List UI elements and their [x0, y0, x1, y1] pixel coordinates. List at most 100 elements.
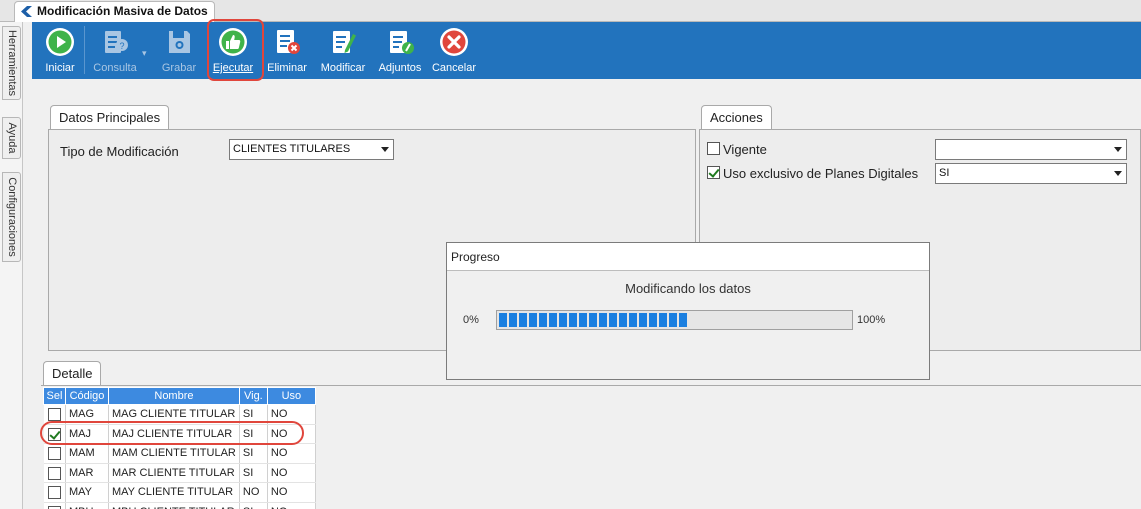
vigente-select[interactable] — [935, 139, 1127, 160]
progress-segment — [509, 313, 517, 327]
progress-segment — [629, 313, 637, 327]
cell-vig: SI — [239, 463, 268, 483]
cell-codigo: MAR — [65, 463, 109, 483]
row-select-cell — [43, 463, 66, 483]
progress-message: Modificando los datos — [625, 281, 751, 296]
cell-codigo: MBU — [65, 502, 109, 509]
edit-document-icon — [333, 31, 356, 53]
vigente-label: Vigente — [723, 142, 767, 157]
toolbar-separator — [84, 26, 85, 74]
progress-segment — [499, 313, 507, 327]
side-tab-configuraciones[interactable]: Configuraciones — [2, 172, 21, 262]
window-tab-strip: Modificación Masiva de Datos — [0, 0, 1141, 22]
grabar-button[interactable]: Grabar — [155, 22, 203, 79]
row-select-checkbox[interactable] — [47, 447, 61, 460]
adjuntos-button[interactable]: Adjuntos — [375, 22, 425, 79]
progress-segment — [669, 313, 677, 327]
chevron-down-icon — [381, 147, 389, 152]
row-select-cell — [43, 502, 66, 509]
column-header-nombre[interactable]: Nombre — [108, 387, 240, 405]
consulta-button[interactable]: ? Consulta — [90, 22, 140, 79]
row-select-checkbox[interactable] — [47, 466, 61, 480]
cell-nombre: MAY CLIENTE TITULAR — [108, 482, 240, 503]
column-header-codigo[interactable]: Código — [65, 387, 109, 405]
delete-document-icon — [277, 30, 300, 54]
row-select-cell — [43, 482, 66, 503]
progress-segment — [609, 313, 617, 327]
row-select-checkbox[interactable] — [47, 408, 61, 421]
tab-datos-principales[interactable]: Datos Principales — [50, 105, 170, 130]
progress-segment — [559, 313, 567, 327]
progress-bar — [496, 310, 853, 330]
uso-exclusivo-checkbox[interactable] — [707, 166, 720, 179]
uso-exclusivo-label: Uso exclusivo de Planes Digitales — [723, 166, 919, 181]
table-header-row: Sel Código Nombre Vig. Uso — [43, 387, 316, 405]
chevron-down-icon — [1114, 147, 1122, 152]
iniciar-button[interactable]: Iniciar — [39, 22, 81, 79]
cancel-icon — [440, 28, 468, 56]
table-row[interactable]: MAY MAY CLIENTE TITULAR NO NO — [43, 482, 316, 503]
column-header-vig[interactable]: Vig. — [238, 387, 268, 405]
progress-segment — [569, 313, 577, 327]
cell-vig: SI — [239, 502, 268, 509]
query-document-icon: ? — [105, 31, 128, 53]
chevron-down-icon — [1114, 171, 1122, 176]
save-disk-icon — [169, 31, 190, 53]
svg-text:?: ? — [120, 41, 125, 51]
row-highlight-annotation — [40, 421, 304, 445]
vigente-checkbox[interactable] — [707, 142, 720, 155]
consulta-dropdown-arrow-icon[interactable]: ▾ — [142, 48, 147, 59]
column-header-sel[interactable]: Sel — [43, 387, 66, 405]
uso-exclusivo-select[interactable]: SI — [935, 163, 1127, 184]
progress-segment — [619, 313, 627, 327]
table-row[interactable]: MAM MAM CLIENTE TITULAR SI NO — [43, 443, 316, 464]
detalle-table: Sel Código Nombre Vig. Uso MAG MAG CLIENT… — [43, 387, 316, 509]
app-logo-icon — [21, 6, 32, 17]
progress-segment — [659, 313, 667, 327]
tipo-modificacion-label: Tipo de Modificación — [60, 144, 179, 159]
cell-uso: NO — [267, 463, 316, 483]
progress-segment — [639, 313, 647, 327]
cell-codigo: MAM — [65, 443, 109, 464]
table-row[interactable]: MBUMBU CLIENTE TITULARSINO — [43, 502, 316, 509]
side-tab-rail: Herramientas Ayuda Configuraciones — [0, 22, 23, 509]
side-tab-herramientas[interactable]: Herramientas — [2, 26, 21, 100]
progress-segment — [529, 313, 537, 327]
row-select-cell — [43, 443, 66, 464]
progress-dialog: Progreso Modificando los datos 0% 100% — [446, 242, 930, 380]
tab-acciones[interactable]: Acciones — [701, 105, 772, 130]
cell-vig: SI — [239, 443, 268, 464]
progress-segment — [649, 313, 657, 327]
progress-segment — [589, 313, 597, 327]
progress-segment — [579, 313, 587, 327]
cell-vig: NO — [239, 482, 268, 503]
play-icon — [46, 28, 74, 56]
window-title: Modificación Masiva de Datos — [37, 4, 208, 18]
toolbar: Iniciar ? Consulta ▾ Grabar Ejecutar Eli… — [32, 22, 1141, 79]
row-select-checkbox[interactable] — [47, 505, 61, 509]
cell-uso: NO — [267, 443, 316, 464]
table-row[interactable]: MAR MAR CLIENTE TITULAR SI NO — [43, 463, 316, 483]
progress-segment — [679, 313, 687, 327]
modificar-button[interactable]: Modificar — [318, 22, 368, 79]
detalle-divider — [41, 385, 1141, 386]
cell-uso: NO — [267, 502, 316, 509]
ejecutar-highlight-annotation — [207, 19, 264, 81]
cell-codigo: MAY — [65, 482, 109, 503]
row-select-checkbox[interactable] — [47, 486, 61, 499]
attachment-document-icon — [390, 31, 414, 54]
progress-max-label: 100% — [857, 314, 886, 326]
progress-segment — [549, 313, 557, 327]
eliminar-button[interactable]: Eliminar — [264, 22, 310, 79]
window-tab[interactable]: Modificación Masiva de Datos — [14, 1, 215, 22]
side-tab-ayuda[interactable]: Ayuda — [2, 117, 21, 159]
cell-uso: NO — [267, 482, 316, 503]
progress-segment — [539, 313, 547, 327]
progress-segment — [519, 313, 527, 327]
column-header-uso[interactable]: Uso — [266, 387, 316, 405]
tipo-modificacion-select[interactable]: CLIENTES TITULARES — [229, 139, 394, 160]
cancelar-button[interactable]: Cancelar — [430, 22, 478, 79]
cell-nombre: MAM CLIENTE TITULAR — [108, 443, 240, 464]
progress-segment — [599, 313, 607, 327]
tab-detalle[interactable]: Detalle — [43, 361, 102, 386]
